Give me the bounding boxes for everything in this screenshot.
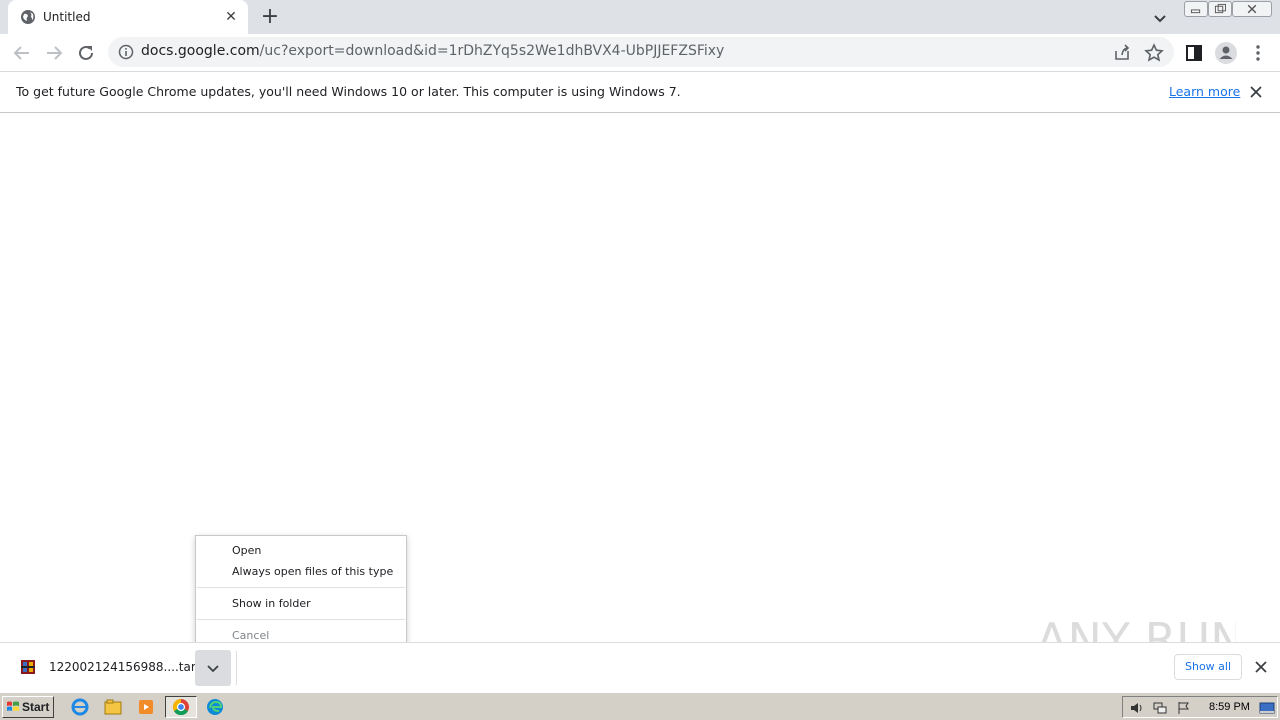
windows-taskbar: Start 8:59 PM xyxy=(0,692,1280,720)
taskbar-clock[interactable]: 8:59 PM xyxy=(1209,701,1250,713)
chrome-icon xyxy=(172,698,189,716)
tab-untitled[interactable]: Untitled ✕ xyxy=(8,0,248,34)
back-arrow-icon[interactable] xyxy=(10,41,34,65)
network-icon[interactable] xyxy=(1152,700,1168,716)
file-explorer-icon[interactable] xyxy=(99,696,127,718)
infobar-message: To get future Google Chrome updates, you… xyxy=(16,84,681,99)
windows-logo-icon xyxy=(7,701,19,711)
close-window-icon xyxy=(1247,4,1257,14)
restore-button[interactable] xyxy=(1208,1,1232,17)
learn-more-link[interactable]: Learn more xyxy=(1169,84,1240,99)
new-tab-button[interactable]: + xyxy=(258,6,282,30)
show-all-button[interactable]: Show all xyxy=(1174,654,1242,680)
update-infobar: To get future Google Chrome updates, you… xyxy=(0,72,1280,113)
url-text: docs.google.com/uc?export=download&id=1r… xyxy=(141,43,724,59)
reload-icon[interactable] xyxy=(74,41,98,65)
tab-close-icon[interactable]: ✕ xyxy=(222,8,240,26)
shelf-divider xyxy=(236,651,237,685)
restore-icon xyxy=(1214,3,1226,14)
download-shelf: 122002124156988....tar Show all xyxy=(0,642,1280,692)
tab-strip: Untitled ✕ + xyxy=(0,0,1280,34)
tab-title: Untitled xyxy=(43,10,91,24)
globe-icon xyxy=(21,10,35,24)
bookmark-star-icon[interactable] xyxy=(1142,41,1166,65)
chevron-down-icon xyxy=(207,665,219,673)
close-window-button[interactable] xyxy=(1232,1,1272,17)
menu-item-cancel[interactable]: Cancel xyxy=(232,629,269,642)
menu-item-open[interactable]: Open xyxy=(232,544,261,557)
profile-avatar-icon[interactable] xyxy=(1214,41,1238,65)
site-info-icon[interactable] xyxy=(118,44,134,60)
start-label: Start xyxy=(22,700,50,714)
menu-separator xyxy=(197,587,405,588)
side-panel-icon[interactable] xyxy=(1182,41,1206,65)
forward-arrow-icon[interactable] xyxy=(42,41,66,65)
minimize-button[interactable] xyxy=(1184,1,1208,17)
start-button[interactable]: Start xyxy=(2,696,54,718)
volume-icon[interactable] xyxy=(1129,700,1145,716)
download-file-name[interactable]: 122002124156988....tar xyxy=(49,660,196,674)
address-bar[interactable]: docs.google.com/uc?export=download&id=1r… xyxy=(108,37,1174,67)
share-icon[interactable] xyxy=(1110,41,1134,65)
menu-item-always-open[interactable]: Always open files of this type xyxy=(232,565,393,578)
tab-search-chevron-icon[interactable] xyxy=(1150,8,1170,28)
menu-separator xyxy=(197,619,405,620)
edge-icon[interactable] xyxy=(201,696,229,718)
shelf-close-icon[interactable] xyxy=(1254,660,1268,674)
download-context-menu: Open Always open files of this type Show… xyxy=(195,535,407,648)
page-content xyxy=(0,113,1280,642)
minimize-icon xyxy=(1190,9,1201,14)
url-path: /uc?export=download&id=1rDhZYq5s2We1dhBV… xyxy=(259,43,725,59)
system-tray: 8:59 PM xyxy=(1122,696,1278,718)
toolbar: docs.google.com/uc?export=download&id=1r… xyxy=(0,34,1280,72)
infobar-close-icon[interactable] xyxy=(1248,84,1264,100)
chrome-taskbar-button[interactable] xyxy=(165,696,197,718)
download-options-button[interactable] xyxy=(195,650,231,686)
internet-explorer-icon[interactable] xyxy=(66,696,94,718)
action-center-flag-icon[interactable] xyxy=(1176,700,1192,716)
menu-item-show-in-folder[interactable]: Show in folder xyxy=(232,597,311,610)
kebab-menu-icon[interactable] xyxy=(1246,41,1270,65)
show-desktop-icon[interactable] xyxy=(1259,700,1275,716)
url-host: docs.google.com xyxy=(141,43,260,59)
media-player-icon[interactable] xyxy=(132,696,160,718)
archive-file-icon xyxy=(21,660,35,674)
